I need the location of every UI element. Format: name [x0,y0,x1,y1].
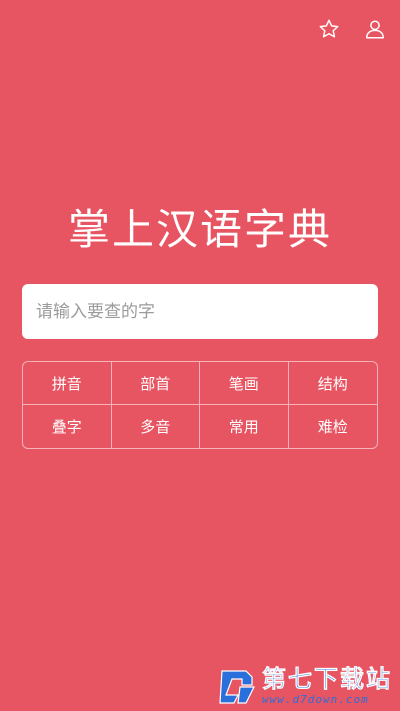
category-hard-to-find[interactable]: 难检 [289,405,378,448]
category-common[interactable]: 常用 [200,405,289,448]
category-pinyin[interactable]: 拼音 [23,362,112,405]
category-polyphonic[interactable]: 多音 [112,405,200,448]
profile-button[interactable] [362,16,388,42]
category-grid: 拼音 部首 笔画 结构 叠字 多音 常用 难检 [22,361,378,449]
category-repeated[interactable]: 叠字 [23,405,112,448]
watermark-url: www.d7down.com [262,692,369,706]
d7-logo-icon [219,670,255,704]
app-title: 掌上汉语字典 [67,205,332,254]
favorites-button[interactable] [316,16,342,42]
category-structure[interactable]: 结构 [288,362,377,405]
user-icon [366,20,384,39]
category-stroke[interactable]: 笔画 [200,362,289,405]
top-toolbar [316,16,388,42]
watermark-text: 第七下载站 [262,665,392,694]
search-box[interactable] [22,284,378,339]
star-icon [319,19,339,38]
category-radical[interactable]: 部首 [111,362,200,405]
search-input[interactable] [34,300,366,323]
watermark: 第七下载站 www.d7down.com [216,665,392,707]
